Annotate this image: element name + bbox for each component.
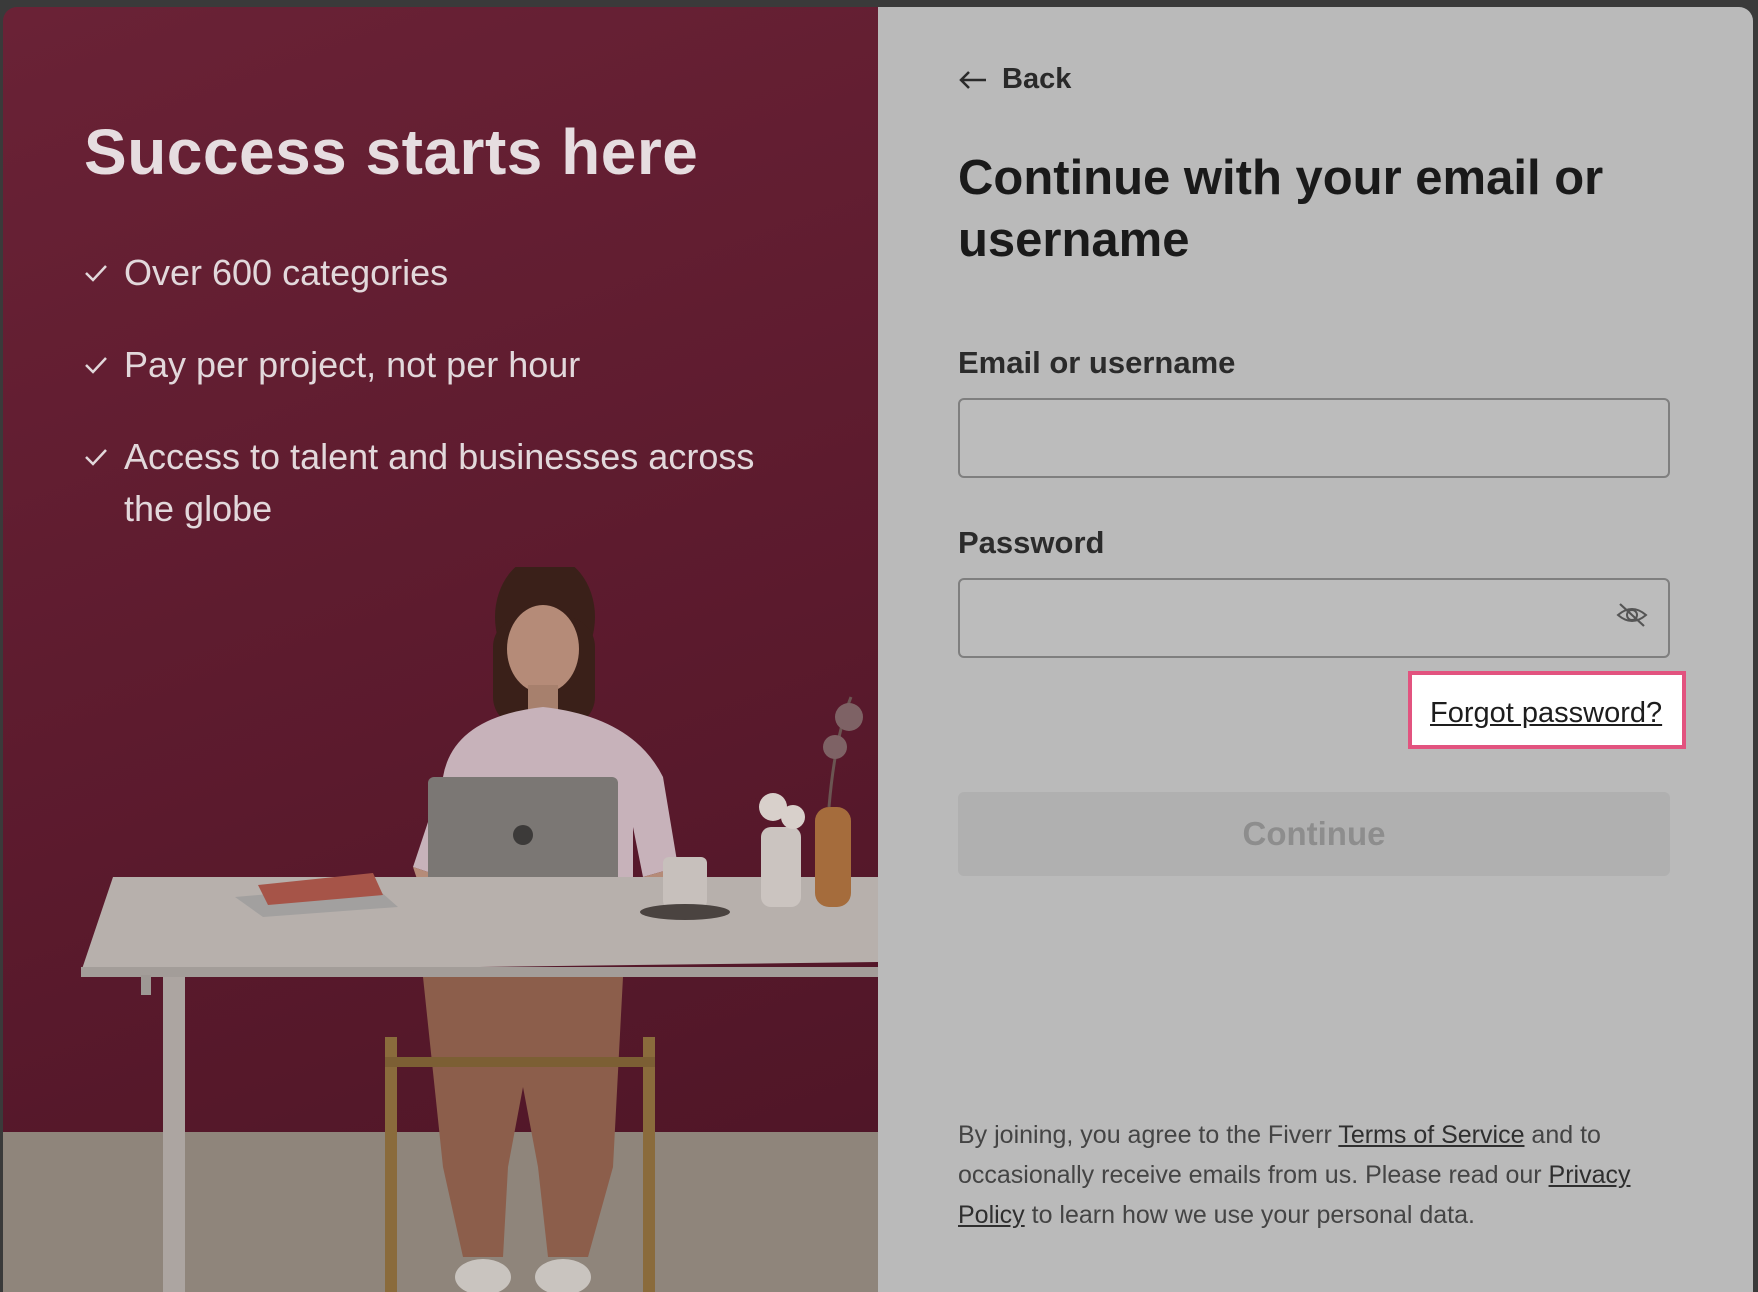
login-form-panel: Back Continue with your email or usernam… [878, 7, 1753, 1292]
legal-text: By joining, you agree to the Fiverr Term… [958, 1115, 1678, 1235]
email-input[interactable] [958, 398, 1670, 478]
form-title: Continue with your email or username [958, 151, 1604, 267]
password-input[interactable] [958, 578, 1670, 658]
feature-list: Over 600 categories Pay per project, not… [84, 247, 764, 575]
feature-item: Access to talent and businesses across t… [84, 431, 764, 535]
forgot-password-link[interactable]: Forgot password? [1430, 697, 1662, 730]
eye-off-icon[interactable] [1615, 601, 1649, 634]
continue-button[interactable]: Continue [958, 792, 1670, 876]
check-icon [84, 431, 110, 483]
promo-panel: Success starts here Over 600 categories … [3, 7, 878, 1292]
email-label: Email or username [958, 345, 1236, 380]
feature-item: Pay per project, not per hour [84, 339, 764, 391]
feature-text: Pay per project, not per hour [124, 344, 581, 385]
feature-text: Over 600 categories [124, 252, 449, 293]
terms-of-service-link[interactable]: Terms of Service [1338, 1121, 1524, 1149]
legal-text-part: to learn how we use your personal data. [1024, 1201, 1475, 1229]
back-button[interactable]: Back [958, 63, 1071, 96]
arrow-left-icon [959, 70, 986, 89]
check-icon [84, 339, 110, 391]
feature-item: Over 600 categories [84, 247, 764, 299]
feature-text: Access to talent and businesses across t… [124, 436, 755, 529]
promo-illustration [81, 567, 878, 1292]
password-label: Password [958, 525, 1105, 560]
check-icon [84, 247, 110, 299]
back-label: Back [1002, 63, 1072, 95]
login-modal: Success starts here Over 600 categories … [3, 7, 1753, 1292]
legal-text-part: By joining, you agree to the Fiverr [958, 1121, 1339, 1149]
promo-headline: Success starts here [84, 116, 699, 188]
